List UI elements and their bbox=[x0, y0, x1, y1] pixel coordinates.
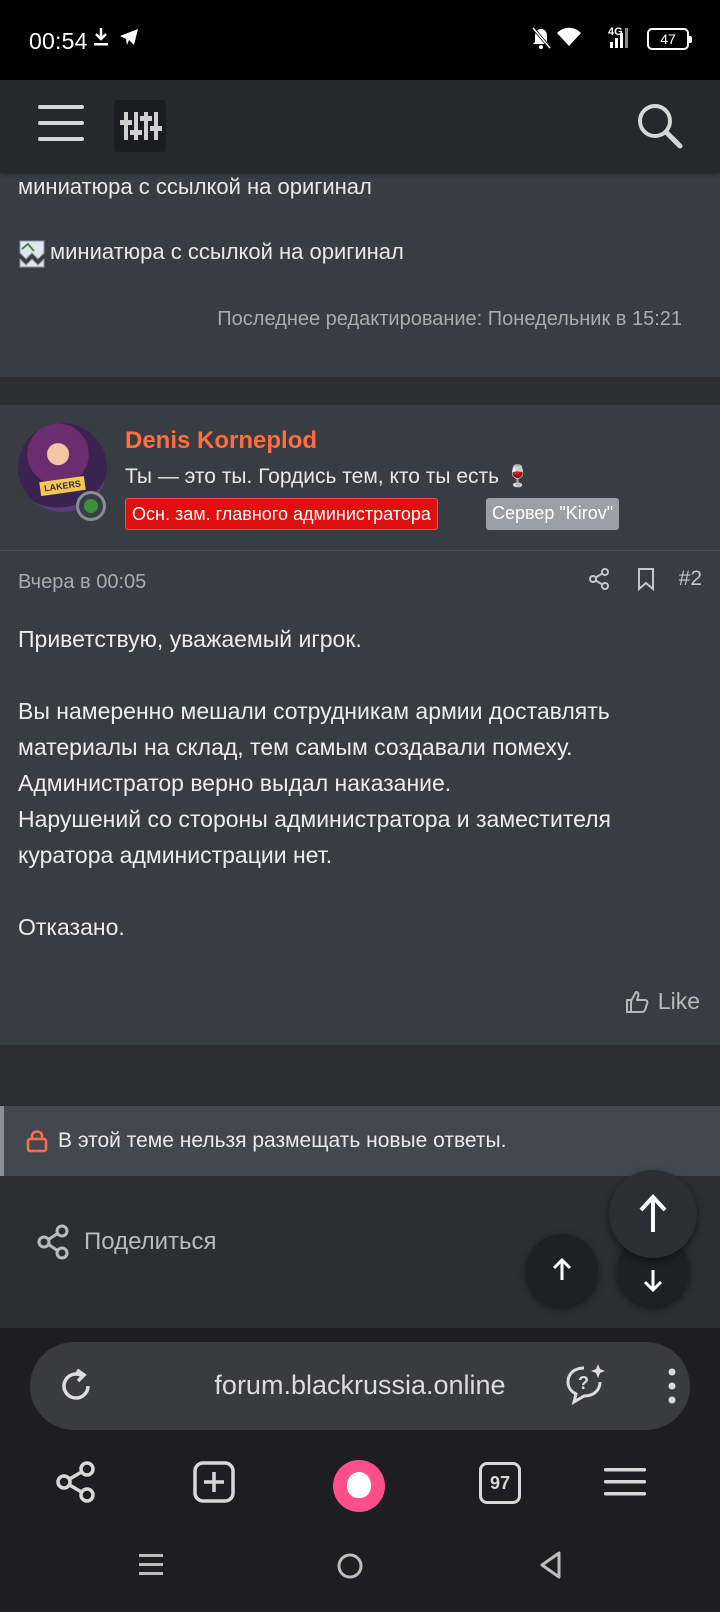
ai-assistant-icon[interactable]: ? bbox=[564, 1362, 606, 1406]
role-badge: Осн. зам. главного администратора bbox=[125, 498, 438, 530]
post-paragraph bbox=[18, 657, 702, 693]
arrow-down-icon bbox=[643, 1270, 663, 1293]
recent-apps-icon[interactable] bbox=[137, 1550, 165, 1580]
locked-text: В этой теме нельзя размещать новые ответ… bbox=[58, 1129, 507, 1152]
post-number[interactable]: #2 bbox=[679, 567, 702, 591]
post-actions: #2 bbox=[587, 567, 702, 591]
system-navigation-bar bbox=[0, 1540, 720, 1612]
bookmark-icon[interactable] bbox=[635, 567, 657, 591]
new-tab-icon[interactable] bbox=[192, 1460, 236, 1504]
back-icon[interactable] bbox=[538, 1550, 564, 1580]
post-paragraph: Нарушений со стороны администратора и за… bbox=[18, 806, 611, 868]
menu-icon[interactable] bbox=[602, 1460, 648, 1504]
telegram-icon bbox=[120, 29, 138, 45]
share-icon[interactable] bbox=[54, 1460, 98, 1504]
svg-text:?: ? bbox=[578, 1373, 589, 1393]
like-label: Like bbox=[657, 988, 700, 1014]
previous-post: миниатюра с ссылкой на оригинал миниатюр… bbox=[0, 172, 720, 377]
author-name[interactable]: Denis Korneplod bbox=[125, 427, 317, 455]
arrow-up-icon bbox=[639, 1194, 667, 1232]
more-options-icon[interactable] bbox=[666, 1366, 678, 1406]
post-date[interactable]: Вчера в 00:05 bbox=[18, 571, 146, 594]
post-paragraph: Администратор верно выдал наказание. bbox=[18, 770, 452, 796]
user-title: Ты — это ты. Гордись тем, кто ты есть 🍷 bbox=[125, 465, 532, 488]
status-time: 00:54 bbox=[29, 28, 88, 54]
post-paragraph: Отказано. bbox=[18, 914, 125, 940]
alice-assistant-icon[interactable] bbox=[333, 1460, 385, 1512]
home-icon[interactable] bbox=[336, 1552, 364, 1580]
post-paragraph: Приветствую, уважаемый игрок. bbox=[18, 626, 362, 652]
sliders-logo-icon[interactable] bbox=[114, 100, 166, 152]
last-edited-text: Последнее редактирование: Понедельник в … bbox=[217, 308, 682, 330]
like-button[interactable]: Like bbox=[624, 988, 700, 1015]
forum-header bbox=[0, 80, 720, 172]
status-bar: 00:54 4G 47 bbox=[0, 0, 720, 80]
thumbs-up-icon bbox=[625, 990, 649, 1013]
tabs-counter-button[interactable]: 97 bbox=[479, 1462, 521, 1504]
bell-off-icon bbox=[531, 27, 552, 49]
share-label: Поделиться bbox=[84, 1228, 217, 1255]
search-icon[interactable] bbox=[636, 102, 684, 150]
scroll-to-top-button[interactable] bbox=[609, 1170, 697, 1258]
lock-icon bbox=[26, 1130, 48, 1153]
post-text-line: миниатюра с ссылкой на оригинал bbox=[18, 174, 372, 199]
post-body: Вчера в 00:05 #2 Приветствую, уважаемый … bbox=[0, 551, 720, 1045]
download-icon bbox=[94, 28, 108, 46]
image-alt-text: миниатюра с ссылкой на оригинал bbox=[50, 239, 404, 264]
hamburger-icon[interactable] bbox=[38, 105, 84, 145]
broken-image-link[interactable]: миниатюра с ссылкой на оригинал bbox=[18, 239, 404, 269]
arrow-up-icon bbox=[552, 1257, 572, 1280]
broken-image-icon bbox=[19, 240, 45, 268]
online-status-icon bbox=[76, 491, 106, 521]
scroll-up-button[interactable] bbox=[526, 1234, 598, 1306]
share-icon bbox=[37, 1224, 69, 1260]
battery-icon: 47 bbox=[647, 28, 692, 50]
post-author-header: Denis Korneplod Ты — это ты. Гордись тем… bbox=[0, 405, 720, 551]
share-thread-button[interactable]: Поделиться bbox=[36, 1224, 217, 1260]
server-badge: Сервер "Kirov" bbox=[486, 498, 620, 530]
thread-locked-notice: В этой теме нельзя размещать новые ответ… bbox=[0, 1106, 720, 1176]
post-paragraph bbox=[18, 873, 702, 909]
address-bar[interactable]: forum.blackrussia.online ? bbox=[30, 1342, 690, 1430]
wifi-icon bbox=[557, 27, 581, 46]
signal-icon bbox=[610, 28, 628, 48]
share-icon[interactable] bbox=[587, 567, 611, 591]
post-content: Приветствую, уважаемый игрок. Вы намерен… bbox=[18, 621, 702, 945]
post-paragraph: Вы намеренно мешали сотрудникам армии до… bbox=[18, 698, 610, 760]
